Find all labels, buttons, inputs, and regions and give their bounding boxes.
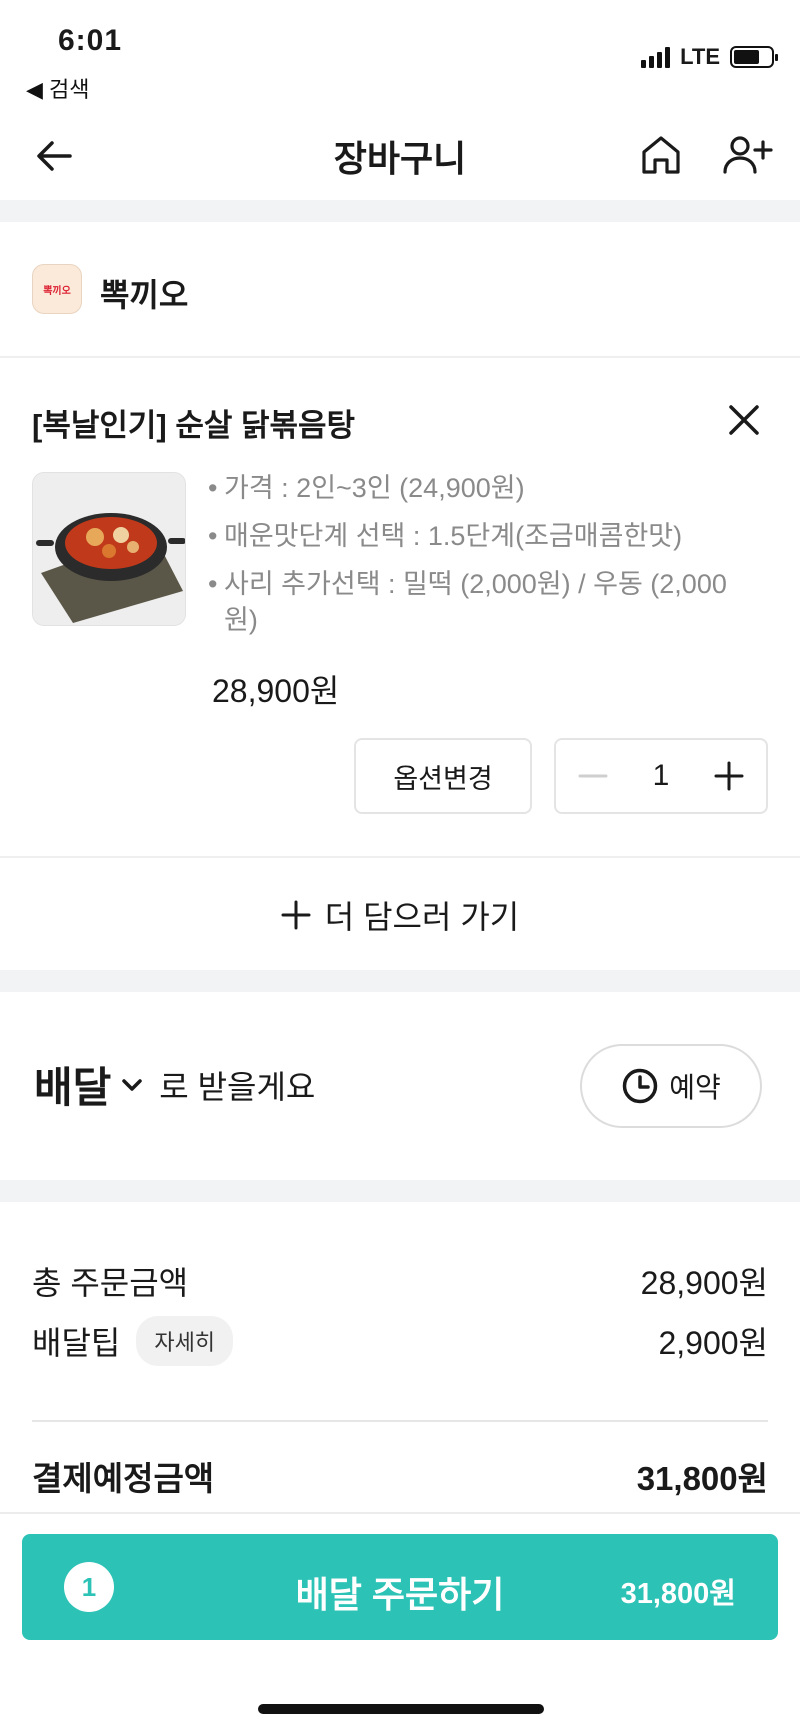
chevron-down-icon <box>122 1078 143 1091</box>
home-icon[interactable] <box>636 130 686 180</box>
store-row[interactable]: 뽁끼오 뽁끼오 <box>0 222 800 358</box>
plus-icon[interactable] <box>710 757 748 795</box>
option-spice-level: 매운맛단계 선택 : 1.5단계(조금매콤한맛) <box>208 518 728 554</box>
payment-label: 결제예정금액 <box>32 1460 215 1497</box>
section-divider <box>0 970 800 992</box>
payment-value: 31,800원 <box>636 1460 768 1497</box>
remove-item-close-icon[interactable] <box>726 402 762 438</box>
bottom-bar: 1 배달 주문하기 31,800원 <box>0 1512 800 1732</box>
store-name: 뽁끼오 <box>100 277 189 313</box>
plus-icon <box>281 900 311 930</box>
delivery-mode-label: 배달 <box>34 1064 112 1111</box>
option-extra-noodles: 사리 추가선택 : 밀떡 (2,000원) / 우동 (2,000원) <box>208 566 728 638</box>
total-order-value: 28,900원 <box>640 1265 768 1301</box>
delivery-tip-value: 2,900원 <box>658 1325 768 1361</box>
item-title: [복날인기] 순살 닭볶음탕 <box>32 408 356 443</box>
delivery-section: 배달 로 받을게요 예약 <box>0 992 800 1180</box>
delivery-tip-label: 배달팁 <box>32 1325 121 1361</box>
status-indicators: LTE <box>641 44 778 70</box>
minus-icon[interactable] <box>574 757 612 795</box>
add-more-label: 더 담으러 가기 <box>324 899 520 935</box>
quantity-value: 1 <box>652 759 670 792</box>
signal-icon <box>641 46 671 68</box>
delivery-mode-selector[interactable]: 배달 로 받을게요 <box>34 1054 315 1115</box>
delivery-tip-row: 배달팁 자세히 2,900원 <box>32 1316 768 1366</box>
price-summary: 총 주문금액 28,900원 배달팁 자세히 2,900원 결제예정금액 31,… <box>0 1202 800 1512</box>
section-divider <box>0 200 800 222</box>
order-button[interactable]: 1 배달 주문하기 31,800원 <box>22 1534 778 1640</box>
status-bar: 6:01 ◀ 검색 LTE <box>0 0 800 110</box>
order-button-total: 31,800원 <box>620 1578 736 1610</box>
add-friend-icon[interactable] <box>720 130 774 180</box>
clock-icon <box>622 1068 658 1104</box>
option-price: 가격 : 2인~3인 (24,900원) <box>208 470 728 506</box>
store-logo: 뽁끼오 <box>32 264 82 314</box>
payment-row: 결제예정금액 31,800원 <box>32 1452 768 1500</box>
status-time: 6:01 <box>58 24 123 57</box>
network-label: LTE <box>680 44 720 69</box>
cart-item: [복날인기] 순살 닭볶음탕 가격 : 2인~3인 (24,900원) 매운맛단… <box>0 360 800 858</box>
item-options: 가격 : 2인~3인 (24,900원) 매운맛단계 선택 : 1.5단계(조금… <box>208 470 728 650</box>
total-order-row: 총 주문금액 28,900원 <box>32 1258 768 1304</box>
reserve-button[interactable]: 예약 <box>580 1044 762 1128</box>
total-order-label: 총 주문금액 <box>32 1265 189 1301</box>
app-header: 장바구니 <box>0 110 800 200</box>
quantity-stepper: 1 <box>554 738 768 814</box>
section-divider <box>0 1180 800 1202</box>
battery-icon <box>730 46 778 68</box>
back-to-search-link[interactable]: ◀ 검색 <box>26 72 90 104</box>
store-logo-text: 뽁끼오 <box>43 285 71 297</box>
delivery-tip-label-group: 배달팁 자세히 <box>32 1316 234 1366</box>
option-change-button[interactable]: 옵션변경 <box>354 738 532 814</box>
item-price: 28,900원 <box>212 673 340 709</box>
summary-divider <box>32 1420 768 1422</box>
delivery-tip-detail-button[interactable]: 자세히 <box>136 1316 234 1366</box>
add-more-button[interactable]: 더 담으러 가기 <box>0 860 800 970</box>
reserve-label: 예약 <box>669 1072 721 1103</box>
home-indicator <box>258 1704 544 1714</box>
delivery-suffix: 로 받을게요 <box>159 1068 316 1105</box>
item-image <box>32 472 186 626</box>
